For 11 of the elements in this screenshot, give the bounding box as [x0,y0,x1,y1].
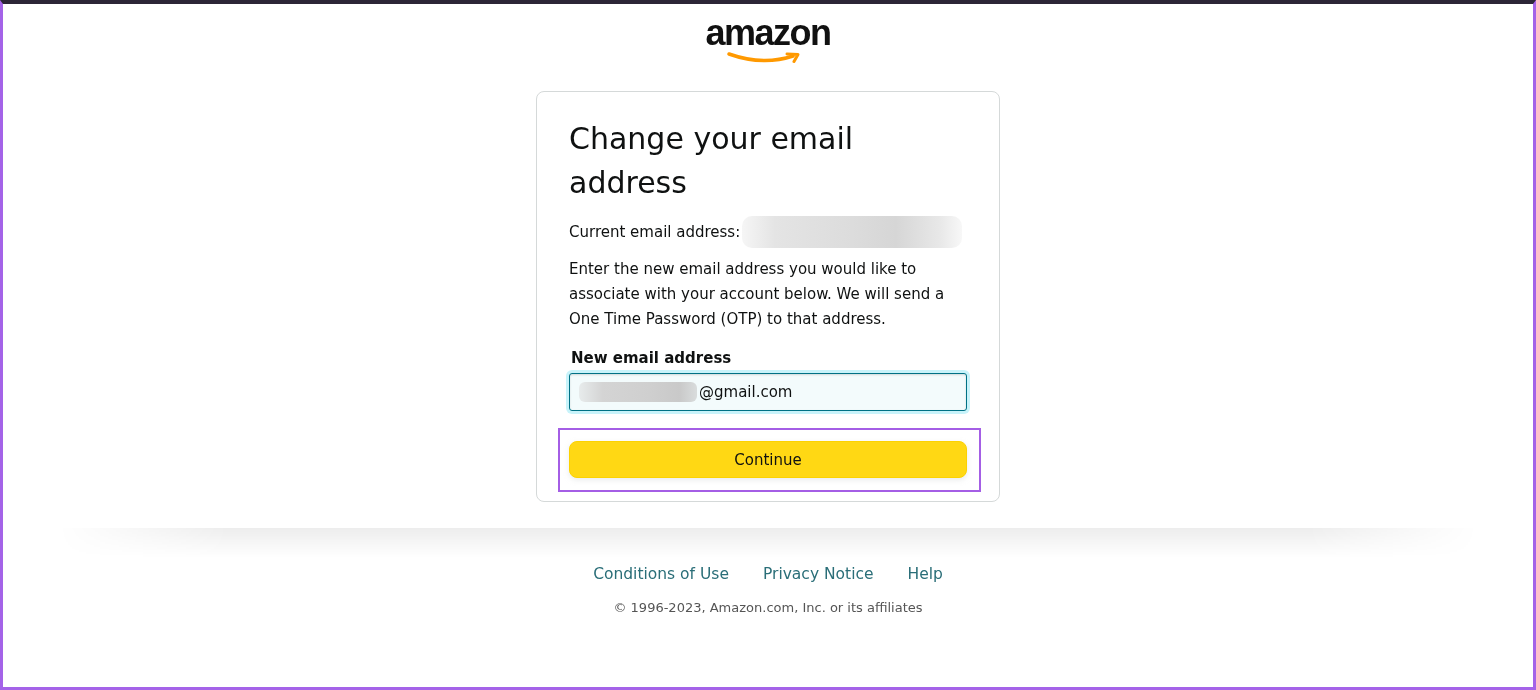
instruction-text: Enter the new email address you would like to associate with your account below. We will send a One Time Password (OTP) to that address. [569,259,946,330]
logo-wordmark: amazon [705,16,831,50]
footer-link[interactable]: Privacy Notice [762,563,874,585]
smile-arrow-icon [727,52,801,63]
continue-button[interactable]: Continue [569,441,967,478]
footer-link[interactable]: Conditions of Use [593,563,729,585]
page-heading: Change your email address [569,120,855,202]
copyright-text: © 1996-2023, Amazon.com, Inc. or its affiliates [613,599,923,617]
footer-link[interactable]: Help [907,563,943,585]
current-email-label: Current email address: [569,221,741,243]
field-label: New email address [571,348,733,368]
